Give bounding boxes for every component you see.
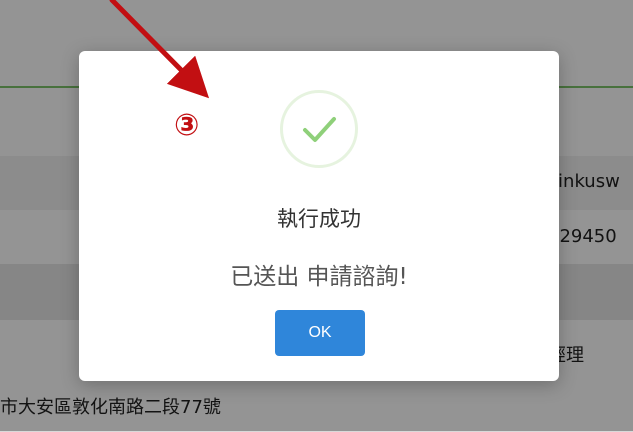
ok-button[interactable]: OK	[275, 310, 365, 356]
step-number: ③	[174, 108, 200, 143]
dialog-title: 執行成功	[277, 207, 361, 231]
dialog-message: 已送出 申請諮詢!	[230, 264, 408, 290]
check-circle-icon	[280, 90, 358, 168]
success-dialog: 執行成功 已送出 申請諮詢! OK	[79, 51, 559, 381]
